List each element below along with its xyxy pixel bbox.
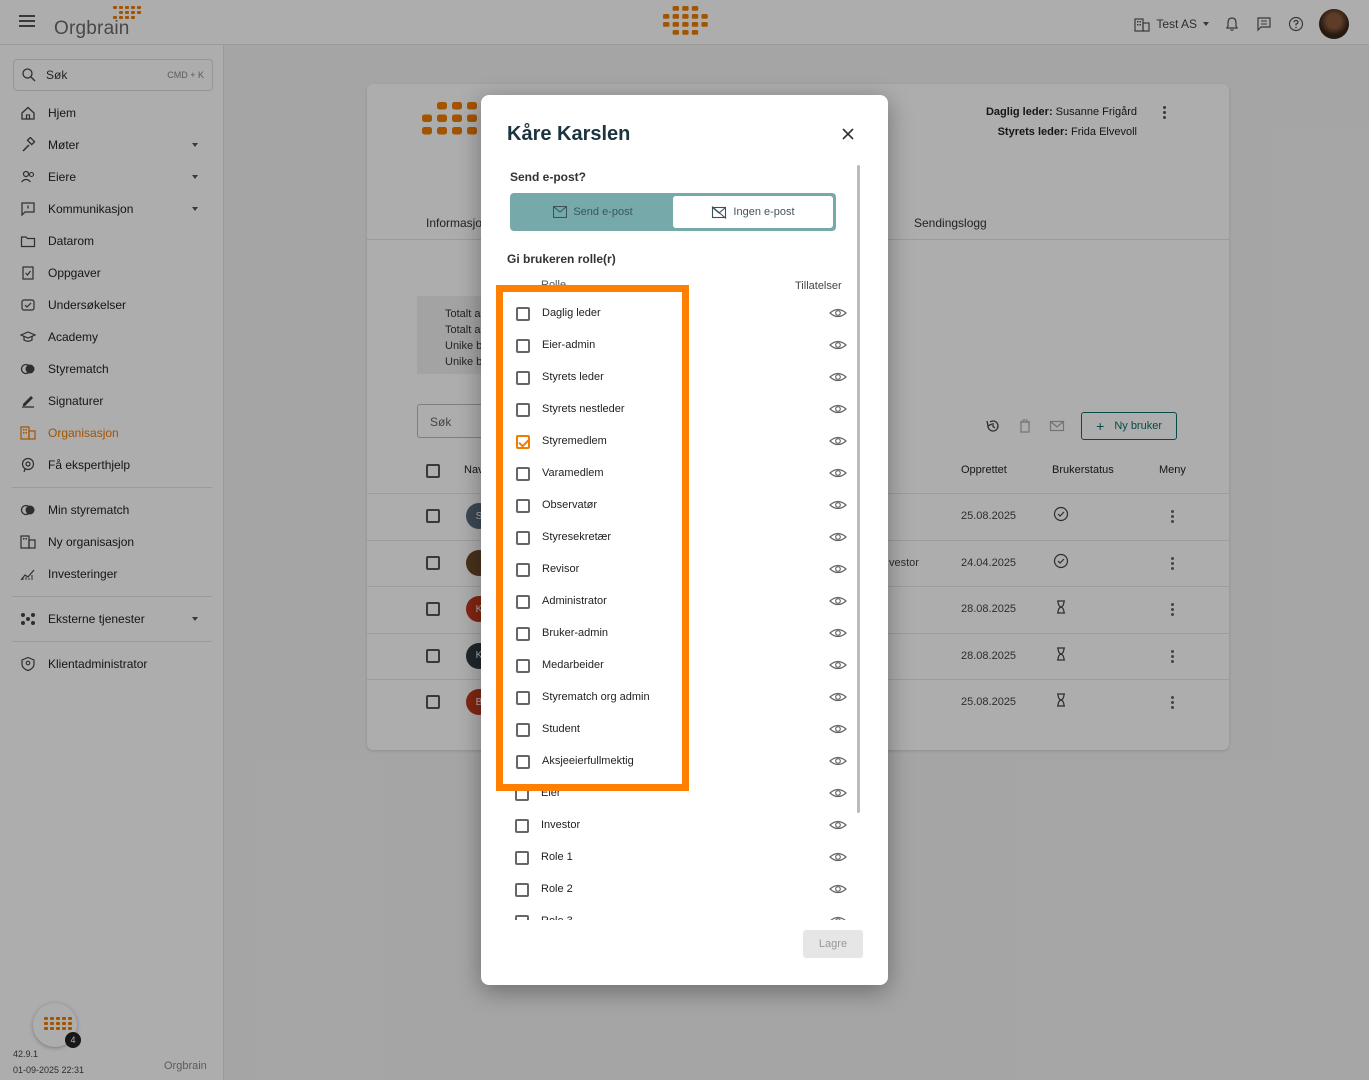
- eye-icon[interactable]: [829, 721, 847, 737]
- dialog-title: Kåre Karslen: [507, 123, 631, 145]
- role-name: Role 3: [541, 915, 573, 920]
- role-row: Role 3: [481, 906, 888, 920]
- role-row: Investor: [481, 810, 888, 842]
- eye-icon[interactable]: [829, 881, 847, 897]
- eye-icon[interactable]: [829, 689, 847, 705]
- mail-icon: [553, 206, 568, 218]
- eye-icon[interactable]: [829, 849, 847, 865]
- eye-icon[interactable]: [829, 401, 847, 417]
- eye-icon[interactable]: [829, 625, 847, 641]
- eye-icon[interactable]: [829, 785, 847, 801]
- eye-icon[interactable]: [829, 337, 847, 353]
- save-button[interactable]: Lagre: [803, 930, 863, 958]
- eye-icon[interactable]: [829, 593, 847, 609]
- role-checkbox[interactable]: [515, 851, 529, 865]
- close-icon[interactable]: [837, 123, 859, 145]
- send-email-question: Send e-post?: [510, 170, 587, 184]
- send-email-label: Send e-post: [573, 206, 633, 218]
- eye-icon[interactable]: [829, 465, 847, 481]
- eye-icon[interactable]: [829, 753, 847, 769]
- role-name: Investor: [541, 819, 581, 831]
- email-toggle: Send e-post Ingen e-post: [510, 193, 836, 231]
- eye-icon[interactable]: [829, 529, 847, 545]
- role-name: Role 1: [541, 851, 573, 863]
- role-row: Role 2: [481, 874, 888, 906]
- role-name: Role 2: [541, 883, 573, 895]
- role-checkbox[interactable]: [515, 883, 529, 897]
- eye-icon[interactable]: [829, 817, 847, 833]
- highlight-frame: [496, 285, 689, 791]
- column-permissions: Tillatelser: [795, 280, 842, 292]
- no-email-option[interactable]: Ingen e-post: [673, 196, 833, 228]
- eye-icon[interactable]: [829, 657, 847, 673]
- mail-off-icon: [712, 205, 727, 219]
- role-checkbox[interactable]: [515, 915, 529, 920]
- role-row: Role 1: [481, 842, 888, 874]
- eye-icon[interactable]: [829, 913, 847, 920]
- send-email-option[interactable]: Send e-post: [513, 196, 673, 228]
- role-checkbox[interactable]: [515, 819, 529, 833]
- eye-icon[interactable]: [829, 561, 847, 577]
- eye-icon[interactable]: [829, 497, 847, 513]
- no-email-label: Ingen e-post: [733, 206, 795, 218]
- eye-icon[interactable]: [829, 305, 847, 321]
- roles-heading: Gi brukeren rolle(r): [507, 252, 616, 266]
- eye-icon[interactable]: [829, 433, 847, 449]
- eye-icon[interactable]: [829, 369, 847, 385]
